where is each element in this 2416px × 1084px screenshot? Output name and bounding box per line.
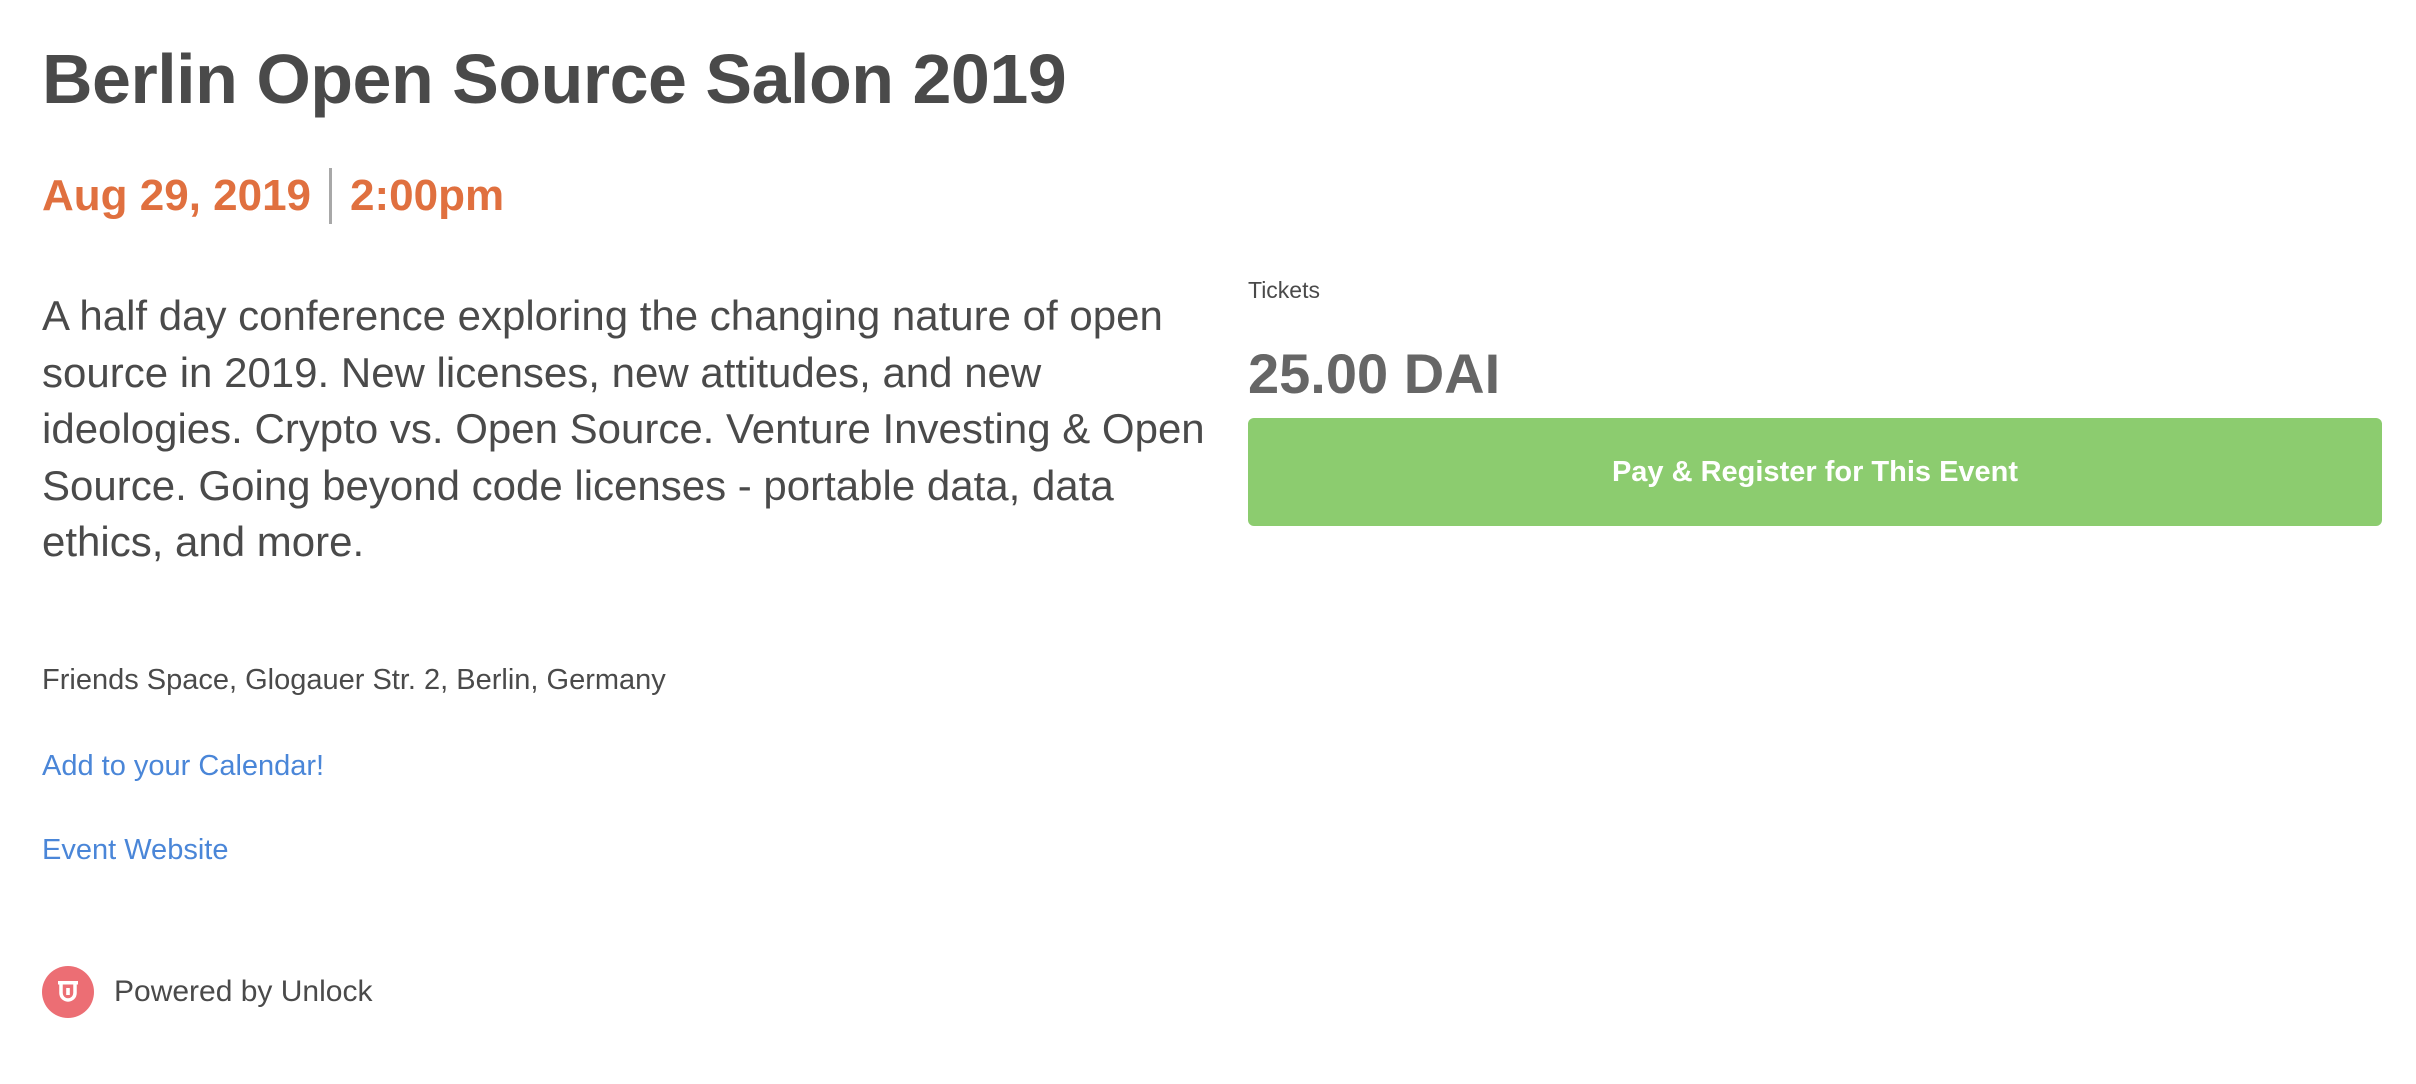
powered-by-unlock[interactable]: Powered by Unlock [42, 966, 372, 1018]
event-page: Berlin Open Source Salon 2019 Aug 29, 20… [42, 0, 2382, 1084]
event-time: 2:00pm [350, 171, 505, 220]
unlock-logo-icon [42, 966, 94, 1018]
event-datetime: Aug 29, 2019 2:00pm [42, 166, 504, 226]
event-location: Friends Space, Glogauer Str. 2, Berlin, … [42, 664, 666, 696]
event-website-link[interactable]: Event Website [42, 834, 228, 867]
add-to-calendar-link[interactable]: Add to your Calendar! [42, 750, 324, 783]
powered-by-label: Powered by Unlock [114, 975, 373, 1008]
datetime-divider [329, 168, 333, 224]
pay-register-button[interactable]: Pay & Register for This Event [1248, 418, 2382, 526]
tickets-panel: Tickets 25.00 DAI Pay & Register for Thi… [1248, 272, 2382, 526]
tickets-label: Tickets [1248, 277, 1320, 303]
event-details: A half day conference exploring the chan… [42, 288, 1222, 571]
event-title: Berlin Open Source Salon 2019 [42, 40, 1067, 118]
ticket-price: 25.00 DAI [1248, 342, 1501, 405]
event-date: Aug 29, 2019 [42, 171, 312, 220]
event-description: A half day conference exploring the chan… [42, 292, 1205, 565]
